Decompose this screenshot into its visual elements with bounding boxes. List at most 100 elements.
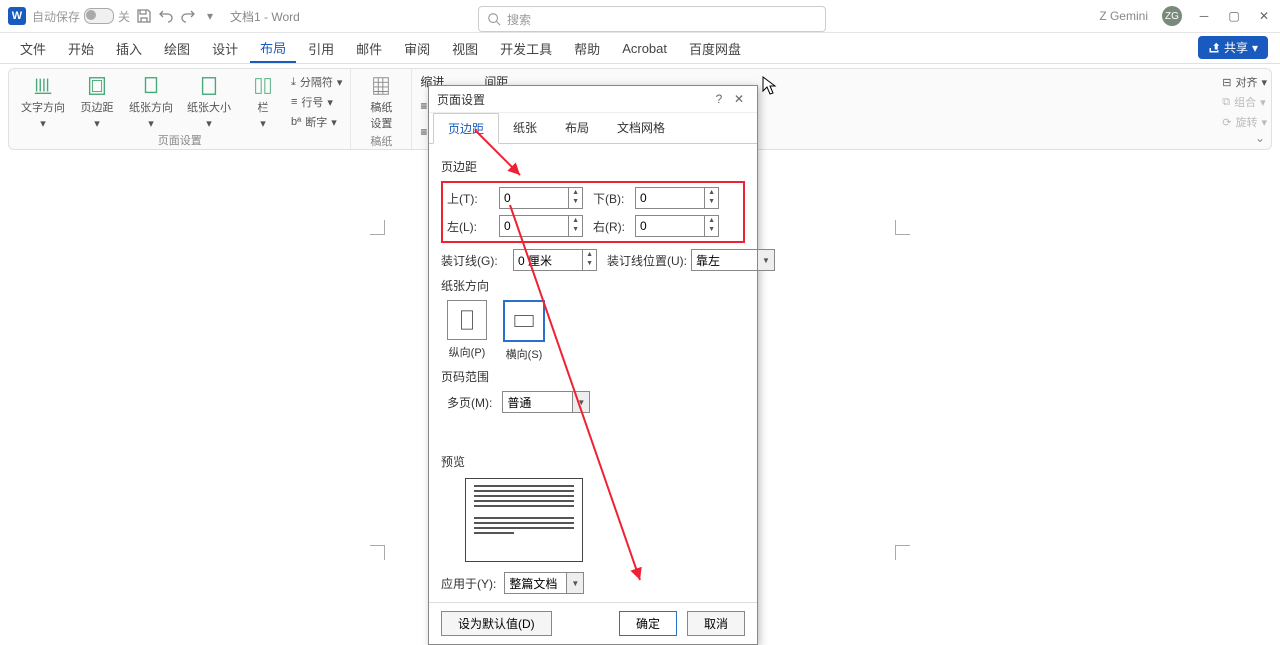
margin-bottom-field[interactable] — [636, 188, 704, 208]
chevron-down-icon[interactable]: ▼ — [757, 250, 774, 270]
tab-layout[interactable]: 布局 — [250, 34, 296, 63]
minimize-icon[interactable]: ─ — [1196, 8, 1212, 24]
chevron-down-icon[interactable]: ▼ — [566, 573, 583, 593]
hyphenation-button[interactable]: bª断字▾ — [291, 113, 342, 131]
manuscript-settings-button[interactable]: 稿纸 设置 — [359, 73, 403, 133]
tab-draw[interactable]: 绘图 — [154, 35, 200, 62]
margin-bottom-input[interactable]: ▲▼ — [635, 187, 719, 209]
spinner-up-icon[interactable]: ▲ — [569, 188, 582, 197]
size-button[interactable]: 纸张大小▾ — [183, 73, 235, 132]
margin-left-input[interactable]: ▲▼ — [499, 215, 583, 237]
close-icon[interactable]: ✕ — [729, 92, 749, 106]
gutter-pos-field[interactable] — [692, 250, 757, 270]
tab-acrobat[interactable]: Acrobat — [612, 37, 677, 60]
tab-insert[interactable]: 插入 — [106, 35, 152, 62]
orientation-button[interactable]: 纸张方向▾ — [125, 73, 177, 132]
user-avatar[interactable]: ZG — [1162, 6, 1182, 26]
apply-to-combo[interactable]: ▼ — [504, 572, 584, 594]
share-button[interactable]: 共享 ▾ — [1198, 36, 1268, 59]
pages-section-label: 页码范围 — [441, 368, 745, 385]
user-name[interactable]: Z Gemini — [1099, 9, 1148, 23]
rotate-label: 旋转 — [1235, 114, 1257, 130]
gutter-pos-combo[interactable]: ▼ — [691, 249, 775, 271]
page-corner-icon — [370, 220, 385, 235]
apply-to-field[interactable] — [505, 573, 566, 593]
margin-left-field[interactable] — [500, 216, 568, 236]
align-button[interactable]: ⊟对齐▾ — [1222, 73, 1267, 91]
close-icon[interactable]: ✕ — [1256, 8, 1272, 24]
tab-home[interactable]: 开始 — [58, 35, 104, 62]
tab-mailings[interactable]: 邮件 — [346, 35, 392, 62]
gutter-label: 装订线(G): — [441, 252, 513, 269]
spinner-up-icon[interactable]: ▲ — [705, 216, 718, 225]
breaks-label: 分隔符 — [300, 74, 333, 90]
qat-customize-icon[interactable]: ▾ — [202, 8, 218, 24]
chevron-down-icon: ▾ — [260, 117, 266, 130]
spinner-down-icon[interactable]: ▼ — [705, 225, 718, 234]
gutter-field[interactable] — [514, 250, 582, 270]
columns-label: 栏 — [258, 99, 269, 115]
text-direction-button[interactable]: 文字方向▾ — [17, 73, 69, 132]
margin-right-input[interactable]: ▲▼ — [635, 215, 719, 237]
ok-button[interactable]: 确定 — [619, 611, 677, 636]
spinner-up-icon[interactable]: ▲ — [705, 188, 718, 197]
chevron-down-icon[interactable]: ▼ — [572, 392, 589, 412]
breaks-button[interactable]: ⤓分隔符▾ — [291, 73, 342, 91]
dialog-title-bar[interactable]: 页面设置 ? ✕ — [429, 86, 757, 113]
portrait-option[interactable]: 纵向(P) — [447, 300, 487, 362]
tab-design[interactable]: 设计 — [202, 35, 248, 62]
tab-developer[interactable]: 开发工具 — [490, 35, 562, 62]
spinner-up-icon[interactable]: ▲ — [569, 216, 582, 225]
dialog-tab-margins[interactable]: 页边距 — [433, 113, 499, 144]
margin-right-label: 右(R): — [583, 218, 635, 235]
preview-section-label: 预览 — [441, 453, 745, 470]
group-button[interactable]: ⧉组合▾ — [1222, 93, 1267, 111]
columns-button[interactable]: 栏▾ — [241, 73, 285, 132]
tab-references[interactable]: 引用 — [298, 35, 344, 62]
rotate-button[interactable]: ⟳旋转▾ — [1222, 113, 1267, 131]
page-setup-group-label: 页面设置 — [158, 132, 202, 148]
margin-right-field[interactable] — [636, 216, 704, 236]
save-icon[interactable] — [136, 8, 152, 24]
dialog-tab-paper[interactable]: 纸张 — [499, 113, 551, 143]
align-label: 对齐 — [1235, 74, 1257, 90]
dialog-title: 页面设置 — [437, 91, 709, 108]
search-input[interactable]: 搜索 — [478, 6, 826, 32]
rotate-icon: ⟳ — [1222, 116, 1231, 129]
undo-icon[interactable] — [158, 8, 174, 24]
help-icon[interactable]: ? — [709, 92, 729, 106]
indent-right-icon: ≡ — [420, 125, 427, 139]
spinner-down-icon[interactable]: ▼ — [705, 197, 718, 206]
ribbon-tabs: 文件 开始 插入 绘图 设计 布局 引用 邮件 审阅 视图 开发工具 帮助 Ac… — [0, 33, 1280, 64]
spinner-down-icon[interactable]: ▼ — [569, 197, 582, 206]
set-default-button[interactable]: 设为默认值(D) — [441, 611, 552, 636]
cancel-button[interactable]: 取消 — [687, 611, 745, 636]
hyphenation-label: 断字 — [305, 114, 327, 130]
multi-pages-field[interactable] — [503, 392, 572, 412]
margin-top-field[interactable] — [500, 188, 568, 208]
spinner-down-icon[interactable]: ▼ — [583, 259, 596, 268]
hyphenation-icon: bª — [291, 116, 301, 128]
multi-pages-combo[interactable]: ▼ — [502, 391, 590, 413]
margin-top-input[interactable]: ▲▼ — [499, 187, 583, 209]
tab-help[interactable]: 帮助 — [564, 35, 610, 62]
spinner-up-icon[interactable]: ▲ — [583, 250, 596, 259]
chevron-down-icon: ▾ — [1252, 41, 1258, 55]
tab-baidu[interactable]: 百度网盘 — [679, 35, 751, 62]
size-label: 纸张大小 — [187, 99, 231, 115]
redo-icon[interactable] — [180, 8, 196, 24]
landscape-option[interactable]: 横向(S) — [503, 300, 545, 362]
tab-review[interactable]: 审阅 — [394, 35, 440, 62]
tab-file[interactable]: 文件 — [10, 35, 56, 62]
collapse-ribbon-icon[interactable]: ⌄ — [1255, 131, 1265, 145]
line-numbers-button[interactable]: ≡行号▾ — [291, 93, 342, 111]
maximize-icon[interactable]: ▢ — [1226, 8, 1242, 24]
dialog-tab-layout[interactable]: 布局 — [551, 113, 603, 143]
dialog-tab-grid[interactable]: 文档网格 — [603, 113, 679, 143]
autosave-label: 自动保存 — [32, 8, 80, 25]
gutter-input[interactable]: ▲▼ — [513, 249, 597, 271]
spinner-down-icon[interactable]: ▼ — [569, 225, 582, 234]
tab-view[interactable]: 视图 — [442, 35, 488, 62]
autosave-toggle[interactable]: 自动保存 关 — [32, 8, 130, 25]
margins-button[interactable]: 页边距▾ — [75, 73, 119, 132]
